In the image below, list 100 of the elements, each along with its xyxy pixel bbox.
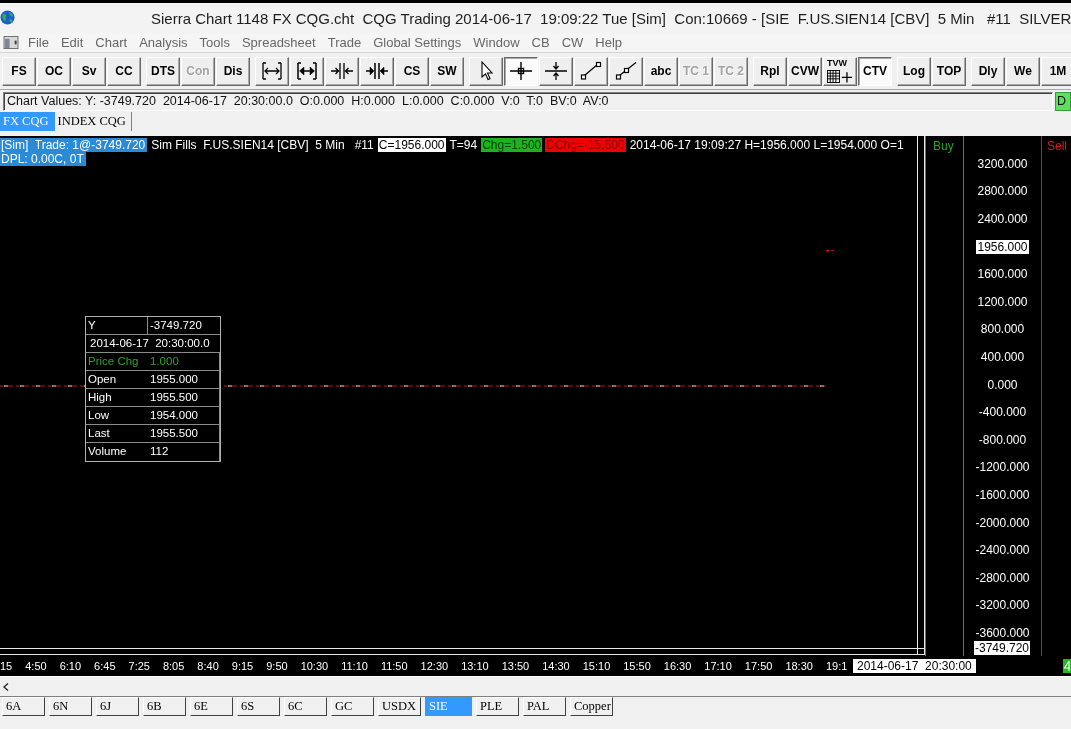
toolbar-button[interactable]: 1M — [1041, 56, 1071, 86]
highlighted-value: [Sim] Trade: 1@-3749.720 — [0, 138, 148, 152]
time-label: 6:10 — [59, 659, 82, 673]
chart-tab[interactable]: 6B — [143, 697, 186, 716]
chart-tab[interactable]: 6C — [284, 697, 327, 716]
menu-item[interactable]: Trade — [321, 34, 368, 51]
toolbar-button[interactable]: Dis — [216, 56, 250, 86]
chart-tab[interactable]: 6J — [96, 697, 139, 716]
cursor-time-label: 2014-06-17 20:30:00 — [853, 659, 976, 673]
chart-info-text: T=94 — [448, 138, 479, 152]
chart-tab[interactable]: PAL — [523, 697, 566, 716]
time-label: 14:30 — [542, 659, 570, 673]
time-label: 13:10 — [461, 659, 489, 673]
time-label: 15 — [0, 659, 13, 673]
chart-tab[interactable]: 6E — [190, 697, 233, 716]
data-value: 2014-06-17 20:30:00.0 — [86, 335, 220, 353]
menu-item[interactable]: File — [22, 34, 55, 51]
menu-item[interactable]: Chart — [89, 34, 134, 51]
price-label: -1600.000 — [975, 487, 1030, 502]
time-label: 11:50 — [380, 659, 408, 673]
menu-item[interactable]: Window — [467, 34, 526, 51]
toolbar-button[interactable]: CS — [395, 56, 429, 86]
toolbar-button[interactable]: Dly — [971, 56, 1005, 86]
price-label: -3200.000 — [975, 598, 1030, 613]
toolbar-button[interactable]: We — [1006, 56, 1040, 86]
buy-label: Buy — [933, 139, 954, 153]
time-label: 12:30 — [420, 659, 449, 673]
price-label: -3600.000 — [975, 625, 1030, 640]
time-label: 15:50 — [623, 659, 651, 673]
data-label: Open — [86, 371, 148, 389]
price-label: 2400.000 — [977, 212, 1028, 226]
chart-tab[interactable]: 6N — [49, 697, 92, 716]
data-label: Volume — [87, 444, 128, 459]
extended-line-icon — [614, 61, 638, 81]
toolbar-button[interactable] — [504, 56, 538, 86]
time-label: 6:45 — [94, 659, 116, 673]
chart-tab[interactable]: 6S — [237, 697, 280, 716]
chart-tab[interactable]: PLE — [476, 697, 519, 716]
price-label: -2000.000 — [975, 515, 1030, 530]
time-label: 16:30 — [663, 659, 692, 673]
menu-item[interactable]: CW — [555, 34, 590, 51]
toolbar-button[interactable]: Sv — [72, 56, 106, 86]
time-label: 10:30 — [300, 659, 329, 673]
chart-tab[interactable]: Copper — [570, 697, 613, 716]
time-label: 15:10 — [582, 659, 611, 673]
menu-item[interactable]: Spreadsheet — [235, 34, 322, 51]
menu-item[interactable]: Analysis — [133, 34, 194, 51]
data-value: 1955.500 — [148, 425, 220, 443]
highlighted-value: DChg=-15.500 — [545, 138, 626, 152]
chart-info-text: 2014-06-17 19:09:27 H=1956.000 L=1954.000 O=1 — [628, 138, 905, 152]
menu-item[interactable]: Global Settings — [367, 34, 468, 51]
chartbook-tab[interactable]: INDEX CQG — [54, 112, 132, 131]
cursor-price-label: -3749.720 — [974, 641, 1031, 655]
toolbar-button[interactable]: CVW — [788, 56, 822, 86]
data-value: 1955.500 — [148, 389, 220, 407]
menu-item[interactable]: Help — [589, 34, 629, 51]
price-label: 3200.000 — [977, 156, 1028, 171]
data-label: Last — [86, 425, 148, 443]
double-arrow-bars-icon — [260, 61, 284, 81]
toolbar-button[interactable]: Rpl — [753, 56, 787, 86]
menu-item[interactable]: Edit — [54, 34, 90, 51]
toolbar-button[interactable]: Log — [897, 56, 931, 86]
data-value: 1954.000 — [148, 407, 220, 425]
price-label: 1600.000 — [977, 267, 1028, 282]
menu-item[interactable]: CB — [525, 34, 556, 51]
window-icon[interactable] — [3, 36, 19, 49]
price-label: 800.000 — [980, 322, 1025, 337]
time-label: 18:30 — [785, 659, 813, 673]
price-label: 2800.000 — [977, 184, 1028, 199]
position-marker-icon — [1063, 659, 1071, 673]
chart-tab[interactable]: 6A — [2, 697, 45, 716]
time-label: 9:15 — [231, 659, 254, 673]
toolbar-button[interactable]: CTV — [858, 56, 892, 86]
time-label: 8:40 — [197, 659, 219, 673]
toolbar-button[interactable]: OC — [37, 56, 71, 86]
price-label: 400.000 — [980, 349, 1025, 364]
toolbar-button[interactable]: abc — [644, 56, 678, 86]
chevron-left-icon[interactable] — [3, 682, 9, 691]
time-label: 7:25 — [128, 659, 150, 673]
price-label: -1200.000 — [975, 460, 1030, 475]
time-label: 17:10 — [704, 659, 732, 673]
chart-tab[interactable]: USDX — [378, 697, 421, 716]
toolbar-button[interactable]: FS — [2, 56, 36, 86]
toolbar-button[interactable]: CC — [107, 56, 141, 86]
chart-tab[interactable]: GC — [331, 697, 374, 716]
time-label: 8:05 — [162, 659, 185, 673]
highlighted-value: Chg=1.500 — [481, 138, 543, 152]
last-price-label: 1956.000 — [976, 239, 1029, 254]
toolbar-button[interactable]: DTS — [146, 56, 180, 86]
toolbar-button[interactable]: TOP — [932, 56, 966, 86]
inward-arrows-bars-icon — [330, 61, 354, 81]
highlighted-value: DPL: 0.00C, 0T — [0, 152, 86, 166]
time-label: 9:50 — [266, 659, 288, 673]
toolbar-button[interactable]: SW — [430, 56, 464, 86]
menu-item[interactable]: Tools — [193, 34, 236, 51]
price-label: 1200.000 — [977, 294, 1028, 309]
toolbar-button[interactable]: TVW — [823, 56, 857, 86]
time-label: 19:1 — [825, 659, 848, 673]
time-label: 11:10 — [341, 659, 368, 673]
price-dash — [826, 250, 835, 251]
